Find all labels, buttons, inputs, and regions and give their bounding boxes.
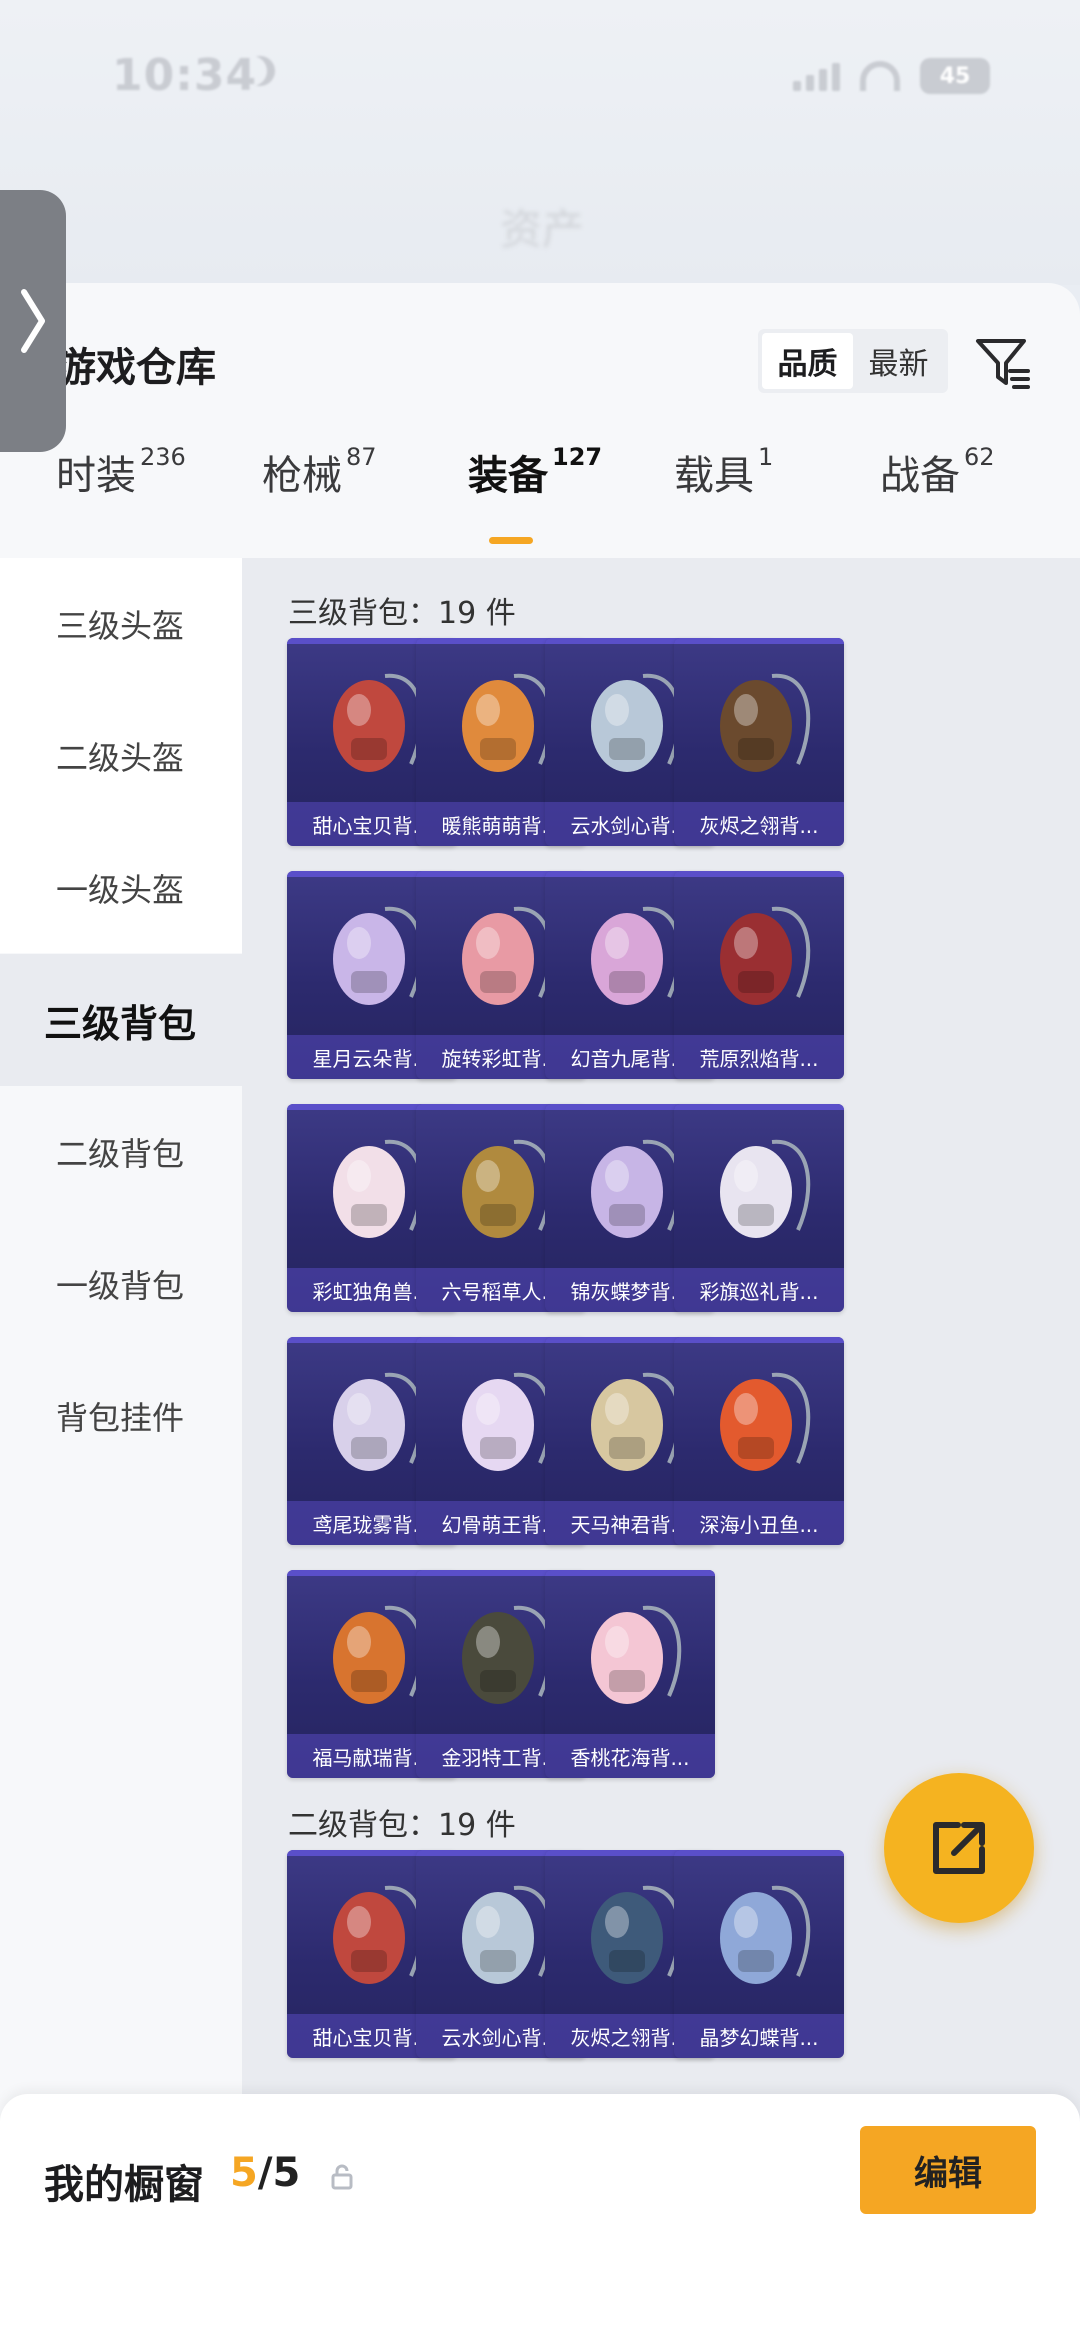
item-card[interactable]: 深海小丑鱼... (674, 1337, 844, 1545)
flag-backpack-icon (720, 1139, 811, 1238)
section-title: 二级背包：19 件 (288, 1808, 516, 1843)
side-item-backpack-charm[interactable]: 背包挂件 (0, 1350, 242, 1482)
showcase-separator: / (257, 2150, 273, 2196)
side-item-level2-helmet[interactable]: 二级头盔 (0, 690, 242, 822)
drawer-toggle-button[interactable] (0, 190, 66, 452)
signal-icon (793, 61, 840, 91)
item-name: 晶梦幻蝶背... (674, 2014, 844, 2058)
status-time: 10:34 (112, 50, 258, 101)
tab-vehicles[interactable]: 载具 1 (674, 443, 773, 501)
crystal-backpack-icon (720, 1885, 811, 1984)
tab-count: 1 (758, 443, 774, 471)
item-name: 荒原烈焰背... (674, 1035, 844, 1079)
item-card[interactable]: 彩旗巡礼背... (674, 1104, 844, 1312)
category-tabs: 时装 236 枪械 87 装备 127 载具 1 战备 62 (0, 443, 1080, 543)
side-menu: 三级头盔 二级头盔 一级头盔 三级背包 二级背包 一级背包 背包挂件 (0, 558, 242, 2341)
item-card[interactable]: 晶梦幻蝶背... (674, 1850, 844, 2058)
active-tab-indicator (489, 537, 533, 544)
share-button[interactable] (884, 1773, 1034, 1923)
filter-icon[interactable] (972, 331, 1034, 393)
item-grid: 三级背包：19 件 甜心宝贝背... 暖熊萌萌背... 云水剑心背... 灰烬之翎背.… (242, 558, 1080, 2341)
edit-button[interactable]: 编辑 (860, 2126, 1036, 2214)
showcase-label: 我的橱窗 (44, 2162, 204, 2208)
tab-count: 87 (346, 443, 377, 471)
item-card[interactable]: 灰烬之翎背... (674, 638, 844, 846)
tab-count: 236 (140, 443, 186, 471)
tab-count: 62 (964, 443, 995, 471)
section-title: 三级背包：19 件 (288, 596, 516, 631)
ember-backpack-icon (720, 673, 811, 772)
showcase-total: 5 (272, 2150, 301, 2196)
tab-label: 载具 (674, 453, 754, 499)
status-bar: 10:34 45 资产 (0, 0, 1080, 285)
share-icon (933, 1822, 985, 1874)
tab-label: 枪械 (262, 453, 342, 499)
backdrop-title: 资产 (500, 205, 585, 254)
wifi-icon (860, 61, 900, 91)
side-item-level1-backpack[interactable]: 一级背包 (0, 1218, 242, 1350)
item-card[interactable]: 荒原烈焰背... (674, 871, 844, 1079)
chevron-right-icon (21, 289, 45, 353)
side-item-level2-backpack[interactable]: 二级背包 (0, 1086, 242, 1218)
tab-count: 127 (552, 443, 603, 471)
flame-backpack-icon (720, 906, 811, 1005)
peach-backpack-icon (591, 1605, 682, 1704)
side-item-level3-helmet[interactable]: 三级头盔 (0, 558, 242, 690)
tab-label: 装备 (468, 453, 548, 499)
item-name: 深海小丑鱼... (674, 1501, 844, 1545)
showcase-current: 5 (230, 2150, 258, 2196)
showcase-bar: 我的橱窗 5/5 编辑 (0, 2094, 1080, 2341)
tab-fashion[interactable]: 时装 236 (56, 443, 186, 501)
item-name: 彩旗巡礼背... (674, 1268, 844, 1312)
sort-toggle: 品质 最新 (758, 329, 948, 393)
clownfish-backpack-icon (720, 1372, 811, 1471)
item-name: 灰烬之翎背... (674, 802, 844, 846)
page-title: 游戏仓库 (56, 345, 216, 391)
tab-supplies[interactable]: 战备 62 (880, 443, 995, 501)
item-name: 香桃花海背... (545, 1734, 715, 1778)
sort-option-quality[interactable]: 品质 (762, 333, 853, 389)
side-item-level1-helmet[interactable]: 一级头盔 (0, 822, 242, 954)
side-item-level3-backpack[interactable]: 三级背包 (0, 954, 242, 1086)
moon-icon (245, 56, 275, 86)
item-card[interactable]: 香桃花海背... (545, 1570, 715, 1778)
showcase-count: 5/5 (230, 2150, 300, 2196)
tab-firearms[interactable]: 枪械 87 (262, 443, 377, 501)
battery-icon: 45 (920, 58, 990, 94)
warehouse-sheet: 游戏仓库 品质 最新 时装 236 枪械 87 装备 127 载具 1 战备 6… (0, 283, 1080, 2341)
status-icons: 45 (793, 58, 990, 94)
tab-equipment[interactable]: 装备 127 (468, 443, 602, 501)
tab-label: 时装 (56, 453, 136, 499)
lock-icon (331, 2164, 353, 2190)
tab-label: 战备 (880, 453, 960, 499)
sort-option-newest[interactable]: 最新 (853, 333, 944, 389)
